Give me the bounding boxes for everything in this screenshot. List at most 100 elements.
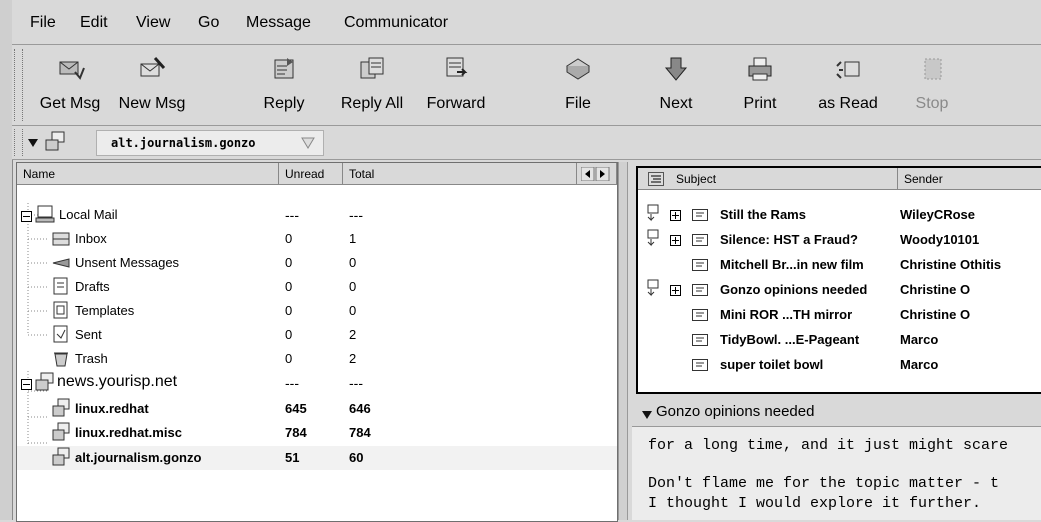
reply-button[interactable]: Reply: [244, 51, 324, 121]
message-row[interactable]: Mini ROR ...TH mirror Christine O: [638, 302, 1041, 326]
new-msg-button[interactable]: New Msg: [112, 51, 192, 121]
forward-icon: [446, 57, 468, 77]
mark-as-read-button[interactable]: as Read: [808, 51, 888, 121]
dropdown-arrow-icon[interactable]: [301, 136, 315, 154]
menu-view[interactable]: View: [136, 14, 170, 32]
get-msg-icon: [59, 61, 85, 80]
folder-row-unsent[interactable]: Unsent Messages 0 0: [17, 251, 617, 275]
total-count: 1: [349, 231, 357, 246]
message-icon: [692, 358, 708, 376]
message-subject: Silence: HST a Fraud?: [720, 232, 858, 247]
message-subject: super toilet bowl: [720, 357, 824, 372]
message-icon: [692, 233, 708, 251]
preview-line: for a long time, and it just might scare: [648, 437, 1009, 454]
total-count: 784: [349, 425, 371, 440]
expand-box-icon[interactable]: [670, 208, 681, 226]
newsgroup-icon: [44, 130, 66, 157]
message-row[interactable]: Still the Rams WileyCRose: [638, 202, 1041, 226]
message-sender: Christine Othitis: [900, 257, 1002, 272]
unread-count: 0: [285, 351, 293, 366]
column-scroll-buttons[interactable]: [577, 163, 617, 185]
total-count: ---: [349, 375, 363, 391]
message-sender: Christine O: [900, 307, 971, 322]
message-row-selected[interactable]: Gonzo opinions needed Christine O: [638, 277, 1041, 301]
total-count: 0: [349, 279, 357, 294]
trash-icon: [51, 348, 71, 373]
file-folder-icon: [566, 58, 590, 80]
get-msg-button[interactable]: Get Msg: [30, 51, 110, 121]
forward-button[interactable]: Forward: [416, 51, 496, 121]
folder-row-linux-redhat[interactable]: linux.redhat 645 646: [17, 397, 617, 421]
message-row[interactable]: TidyBowl. ...E-Pageant Marco: [638, 327, 1041, 351]
next-button[interactable]: Next: [636, 51, 716, 121]
stop-button: Stop: [892, 51, 972, 121]
location-grip[interactable]: [14, 129, 23, 156]
reply-all-button[interactable]: Reply All: [332, 51, 412, 121]
message-row[interactable]: Silence: HST a Fraud? Woody10101: [638, 227, 1041, 251]
folder-row-news-server[interactable]: news.yourisp.net --- ---: [17, 371, 617, 395]
print-button[interactable]: Print: [720, 51, 800, 121]
column-header-name[interactable]: Name: [17, 163, 279, 185]
total-count: ---: [349, 207, 363, 223]
menu-file[interactable]: File: [30, 14, 56, 32]
menu-communicator[interactable]: Communicator: [344, 14, 448, 32]
total-count: 60: [349, 450, 364, 465]
unread-count: 0: [285, 231, 293, 246]
collapse-box-icon[interactable]: [21, 209, 32, 227]
collapse-box-icon[interactable]: [21, 377, 32, 395]
message-row[interactable]: Mitchell Br...in new film Christine Othi…: [638, 252, 1041, 276]
preview-subject: Gonzo opinions needed: [656, 403, 815, 420]
folder-name: Templates: [75, 303, 135, 318]
menu-message[interactable]: Message: [246, 14, 311, 32]
folder-row-sent[interactable]: Sent 0 2: [17, 323, 617, 347]
folder-name: news.yourisp.net: [57, 373, 178, 390]
total-count: 0: [349, 303, 357, 318]
menu-go[interactable]: Go: [198, 14, 219, 32]
thread-toggle-icon[interactable]: [648, 172, 664, 191]
message-icon: [692, 308, 708, 326]
folder-row-inbox[interactable]: Inbox 0 1: [17, 227, 617, 251]
folder-row-linux-redhat-misc[interactable]: linux.redhat.misc 784 784: [17, 421, 617, 445]
column-header-sender[interactable]: Sender: [898, 168, 1041, 190]
folder-row-templates[interactable]: Templates 0 0: [17, 299, 617, 323]
menu-bar: File Edit View Go Message Communicator: [12, 0, 1041, 45]
current-folder-label: alt.journalism.gonzo: [111, 136, 256, 150]
expand-box-icon[interactable]: [670, 233, 681, 251]
total-count: 2: [349, 327, 357, 342]
stop-icon: [924, 58, 942, 80]
folder-row-local-mail[interactable]: Local Mail --- ---: [17, 203, 617, 227]
news-server-icon: [35, 372, 55, 397]
message-sender: WileyCRose: [900, 207, 976, 222]
collapse-triangle-icon[interactable]: [642, 407, 652, 425]
folder-row-alt-journalism-gonzo[interactable]: alt.journalism.gonzo 51 60: [17, 446, 617, 470]
unread-count: 0: [285, 327, 293, 342]
unread-count: 784: [285, 425, 307, 440]
unread-count: ---: [285, 375, 299, 391]
message-icon: [692, 283, 708, 301]
printer-icon: [748, 57, 772, 81]
collapse-triangle-icon[interactable]: [28, 135, 38, 153]
column-header-unread[interactable]: Unread: [279, 163, 343, 185]
folder-name: Inbox: [75, 231, 107, 246]
menu-edit[interactable]: Edit: [80, 14, 108, 32]
folder-pane: Name Unread Total Local Mail --- --- Inb…: [16, 162, 618, 522]
folder-row-drafts[interactable]: Drafts 0 0: [17, 275, 617, 299]
message-sender: Christine O: [900, 282, 971, 297]
preview-line: I thought I would explore it further.: [648, 495, 982, 512]
reply-icon: [274, 58, 294, 79]
column-header-total[interactable]: Total: [343, 163, 577, 185]
pane-splitter[interactable]: [618, 162, 628, 520]
preview-line: Don't flame me for the topic matter - t: [648, 475, 1000, 492]
message-row[interactable]: super toilet bowl Marco: [638, 352, 1041, 376]
folder-name: alt.journalism.gonzo: [75, 450, 202, 465]
message-icon: [692, 208, 708, 226]
folder-row-trash[interactable]: Trash 0 2: [17, 347, 617, 371]
message-subject: Mini ROR ...TH mirror: [720, 307, 853, 322]
expand-box-icon[interactable]: [670, 283, 681, 301]
message-subject: Mitchell Br...in new film: [720, 257, 864, 272]
folder-picker[interactable]: alt.journalism.gonzo: [96, 130, 324, 156]
file-button[interactable]: File: [538, 51, 618, 121]
column-header-subject[interactable]: Subject: [638, 168, 898, 190]
outbox-icon: [51, 255, 71, 276]
message-sender: Marco: [900, 357, 939, 372]
